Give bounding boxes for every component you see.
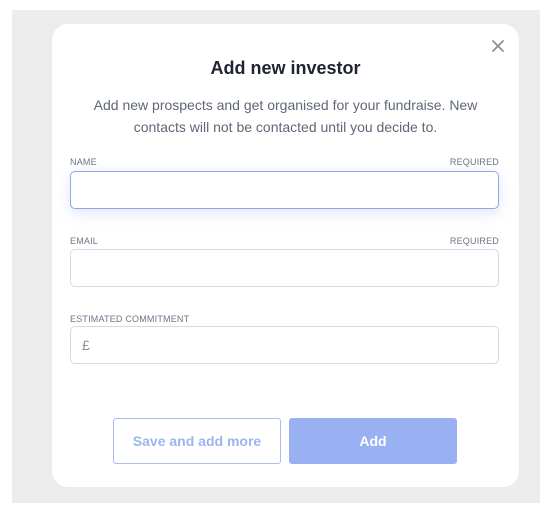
close-icon: [492, 40, 504, 52]
close-button[interactable]: [488, 36, 508, 56]
name-required-label: REQUIRED: [449, 157, 499, 167]
email-required-label: REQUIRED: [449, 236, 499, 246]
email-label: EMAIL: [70, 236, 99, 246]
name-input[interactable]: [70, 171, 499, 209]
commitment-label: ESTIMATED COMMITMENT: [70, 314, 190, 324]
name-label: NAME: [70, 157, 97, 167]
commitment-field[interactable]: £: [70, 326, 499, 365]
currency-symbol: £: [82, 337, 90, 353]
add-investor-modal: Add new investor Add new prospects and g…: [52, 24, 519, 487]
modal-title: Add new investor: [210, 58, 361, 78]
commitment-input[interactable]: [97, 327, 491, 365]
modal-description: Add new prospects and get organised for …: [93, 97, 478, 135]
save-and-add-more-button[interactable]: Save and add more: [113, 418, 281, 464]
email-input[interactable]: [70, 249, 499, 287]
add-button[interactable]: Add: [289, 418, 457, 464]
